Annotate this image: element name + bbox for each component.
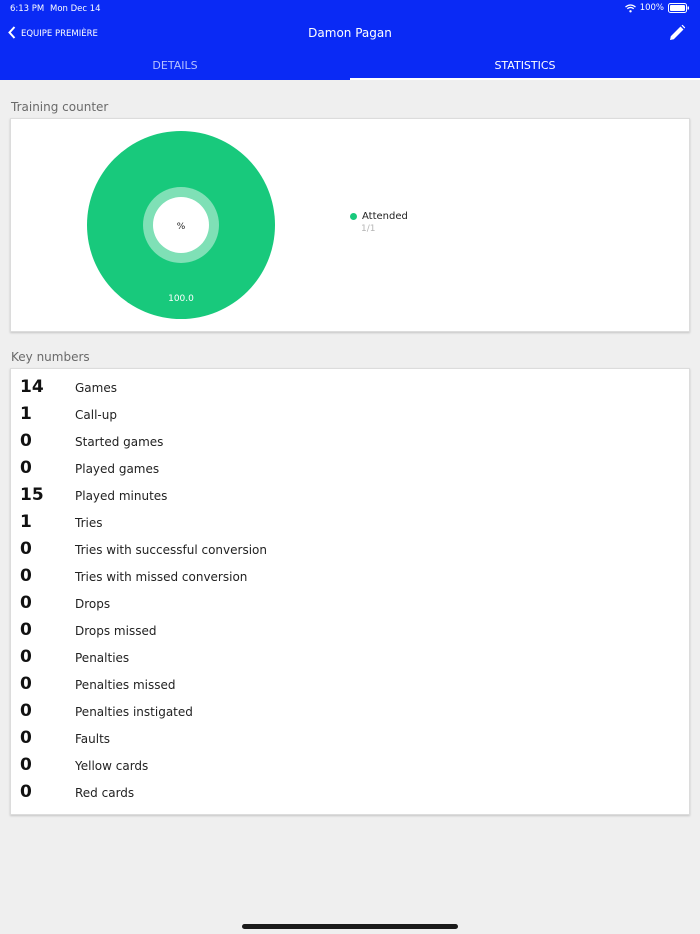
key-number-value: 1 xyxy=(20,512,32,532)
key-number-value: 0 xyxy=(20,728,32,748)
battery-icon xyxy=(668,3,690,13)
attendance-donut-chart: % 100.0 xyxy=(87,131,275,319)
status-bar: 6:13 PM Mon Dec 14 100% xyxy=(0,0,700,18)
key-number-label: Started games xyxy=(75,435,164,449)
key-number-value: 0 xyxy=(20,620,32,640)
key-number-label: Yellow cards xyxy=(75,759,149,773)
legend-item-attended: Attended xyxy=(350,211,408,222)
home-indicator xyxy=(242,924,458,929)
key-number-row: 0 Drops xyxy=(11,591,689,618)
key-number-label: Tries with missed conversion xyxy=(75,570,248,584)
key-number-row: 15 Played minutes xyxy=(11,483,689,510)
key-number-label: Penalties instigated xyxy=(75,705,193,719)
key-number-label: Drops missed xyxy=(75,624,157,638)
key-number-row: 0 Faults xyxy=(11,726,689,753)
key-number-label: Games xyxy=(75,381,117,395)
key-numbers-title: Key numbers xyxy=(11,350,90,364)
key-number-row: 0 Played games xyxy=(11,456,689,483)
key-number-row: 0 Started games xyxy=(11,429,689,456)
status-date: Mon Dec 14 xyxy=(50,4,101,14)
key-number-label: Tries with successful conversion xyxy=(75,543,267,557)
battery-percent: 100% xyxy=(639,3,664,13)
edit-button[interactable] xyxy=(668,24,686,46)
key-number-row: 14 Games xyxy=(11,375,689,402)
training-counter-title: Training counter xyxy=(11,100,109,114)
key-number-value: 0 xyxy=(20,674,32,694)
key-number-row: 0 Tries with successful conversion xyxy=(11,537,689,564)
donut-center-label: % xyxy=(177,222,186,232)
key-number-value: 15 xyxy=(20,485,44,505)
key-numbers-card: 14 Games 1 Call-up 0 Started games 0 Played gam… xyxy=(10,368,690,815)
key-number-value: 0 xyxy=(20,458,32,478)
legend-value: 1/1 xyxy=(361,224,376,234)
wifi-icon xyxy=(624,3,636,13)
key-number-value: 0 xyxy=(20,755,32,775)
key-number-label: Played minutes xyxy=(75,489,168,503)
training-counter-card: % 100.0 Attended 1/1 xyxy=(10,118,690,332)
tab-details[interactable]: DETAILS xyxy=(0,52,350,80)
key-number-value: 0 xyxy=(20,701,32,721)
key-number-label: Penalties xyxy=(75,651,130,665)
key-number-row: 0 Red cards xyxy=(11,780,689,807)
legend-dot xyxy=(350,213,357,220)
key-number-value: 1 xyxy=(20,404,32,424)
status-indicators: 100% xyxy=(624,3,690,13)
key-number-value: 14 xyxy=(20,377,44,397)
legend-label: Attended xyxy=(362,211,408,222)
key-number-label: Penalties missed xyxy=(75,678,176,692)
key-number-value: 0 xyxy=(20,566,32,586)
tab-statistics[interactable]: STATISTICS xyxy=(350,52,700,80)
key-number-row: 0 Penalties missed xyxy=(11,672,689,699)
key-number-value: 0 xyxy=(20,647,32,667)
pencil-icon xyxy=(668,24,686,46)
tab-bar: DETAILS STATISTICS xyxy=(0,52,700,80)
chart-slice-value-label: 100.0 xyxy=(168,294,194,304)
key-number-row: 0 Penalties xyxy=(11,645,689,672)
key-number-row: 0 Drops missed xyxy=(11,618,689,645)
key-number-label: Played games xyxy=(75,462,160,476)
status-time: 6:13 PM xyxy=(10,4,45,14)
key-number-value: 0 xyxy=(20,782,32,802)
chart-legend: Attended 1/1 xyxy=(350,211,408,234)
key-number-value: 0 xyxy=(20,539,32,559)
key-number-label: Red cards xyxy=(75,786,135,800)
key-number-label: Faults xyxy=(75,732,111,746)
key-number-label: Tries xyxy=(75,516,103,530)
key-number-row: 1 Call-up xyxy=(11,402,689,429)
navigation-bar: EQUIPE PREMIÈRE Damon Pagan xyxy=(0,18,700,50)
key-number-value: 0 xyxy=(20,431,32,451)
key-number-row: 0 Tries with missed conversion xyxy=(11,564,689,591)
page-title: Damon Pagan xyxy=(308,26,392,40)
key-number-row: 0 Penalties instigated xyxy=(11,699,689,726)
key-number-row: 0 Yellow cards xyxy=(11,753,689,780)
key-number-label: Call-up xyxy=(75,408,117,422)
app-header: 6:13 PM Mon Dec 14 100% EQUIPE PREMIÈRE … xyxy=(0,0,700,80)
key-number-label: Drops xyxy=(75,597,111,611)
key-number-row: 1 Tries xyxy=(11,510,689,537)
key-number-value: 0 xyxy=(20,593,32,613)
